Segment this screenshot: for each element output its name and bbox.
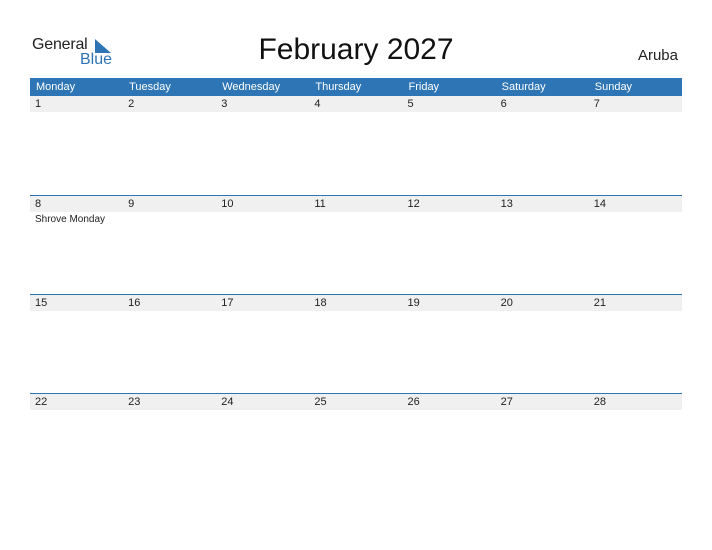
- day-number: 13: [500, 198, 513, 210]
- day-event: [309, 410, 402, 412]
- day-number: 24: [221, 396, 234, 408]
- day-number: 14: [593, 198, 606, 210]
- day-number: 3: [221, 98, 228, 110]
- day-event: [30, 311, 123, 313]
- day-number: 8: [35, 198, 42, 210]
- week-row: 15 16 17 18 19 20 21: [30, 294, 682, 313]
- week-row: 8 9 10 11 12 13 14 Shrove Monday: [30, 195, 682, 225]
- weekday-thursday: Thursday: [315, 81, 362, 93]
- day-number: 20: [500, 297, 513, 309]
- day-number: 6: [500, 98, 507, 110]
- weekday-sunday: Sunday: [594, 81, 633, 93]
- events-row: [30, 311, 682, 313]
- day-event: [496, 112, 589, 114]
- day-number: 26: [407, 396, 420, 408]
- day-number: 17: [221, 297, 234, 309]
- page-title: February 2027: [258, 33, 454, 66]
- day-event: [496, 311, 589, 313]
- day-event: [216, 410, 309, 412]
- day-event: [496, 212, 589, 225]
- week-row: 1 2 3 4 5 6 7: [30, 96, 682, 114]
- day-number: 28: [593, 396, 606, 408]
- day-number-strip: 8 9 10 11 12 13 14: [30, 196, 682, 212]
- weekday-saturday: Saturday: [501, 81, 546, 93]
- day-event: Shrove Monday: [35, 214, 106, 225]
- day-event: [496, 410, 589, 412]
- day-number: 23: [128, 396, 141, 408]
- weekday-header: Monday Tuesday Wednesday Thursday Friday…: [30, 78, 682, 96]
- events-row: [30, 410, 682, 412]
- day-event: [30, 112, 123, 114]
- day-number: 12: [407, 198, 420, 210]
- day-number: 10: [221, 198, 234, 210]
- day-event: [216, 311, 309, 313]
- day-event: [403, 410, 496, 412]
- day-event: [123, 311, 216, 313]
- day-number: 27: [500, 396, 513, 408]
- week-row: 22 23 24 25 26 27 28: [30, 393, 682, 412]
- day-event: [403, 311, 496, 313]
- day-number: 4: [314, 98, 321, 110]
- day-event: [309, 212, 402, 225]
- day-number: 7: [593, 98, 600, 110]
- day-number: 18: [314, 297, 327, 309]
- events-row: [30, 112, 682, 114]
- day-event: [309, 112, 402, 114]
- day-number: 19: [407, 297, 420, 309]
- weekday-friday: Friday: [408, 81, 440, 93]
- day-number: 16: [128, 297, 141, 309]
- day-event: [589, 212, 682, 225]
- day-number: 1: [35, 98, 42, 110]
- day-event: [403, 112, 496, 114]
- weekday-tuesday: Tuesday: [129, 81, 171, 93]
- day-number: 5: [407, 98, 414, 110]
- day-event: [589, 410, 682, 412]
- country-label: Aruba: [637, 47, 678, 64]
- day-event: [589, 311, 682, 313]
- day-number: 15: [35, 297, 48, 309]
- day-event: [123, 112, 216, 114]
- weekday-wednesday: Wednesday: [222, 81, 281, 93]
- day-number-strip: 22 23 24 25 26 27 28: [30, 394, 682, 410]
- day-number-strip: 15 16 17 18 19 20 21: [30, 295, 682, 311]
- events-row: Shrove Monday: [30, 212, 682, 225]
- day-event: [30, 410, 123, 412]
- day-event: [216, 212, 309, 225]
- day-event: [123, 212, 216, 225]
- day-number: 9: [128, 198, 135, 210]
- day-event: [403, 212, 496, 225]
- day-event: [309, 311, 402, 313]
- day-event: [123, 410, 216, 412]
- day-number: 11: [314, 198, 326, 210]
- day-number: 21: [593, 297, 606, 309]
- day-number-strip: 1 2 3 4 5 6 7: [30, 96, 682, 112]
- day-number: 25: [314, 396, 327, 408]
- day-number: 2: [128, 98, 135, 110]
- day-number: 22: [35, 396, 48, 408]
- day-event: [589, 112, 682, 114]
- day-event: [216, 112, 309, 114]
- weekday-monday: Monday: [36, 81, 76, 93]
